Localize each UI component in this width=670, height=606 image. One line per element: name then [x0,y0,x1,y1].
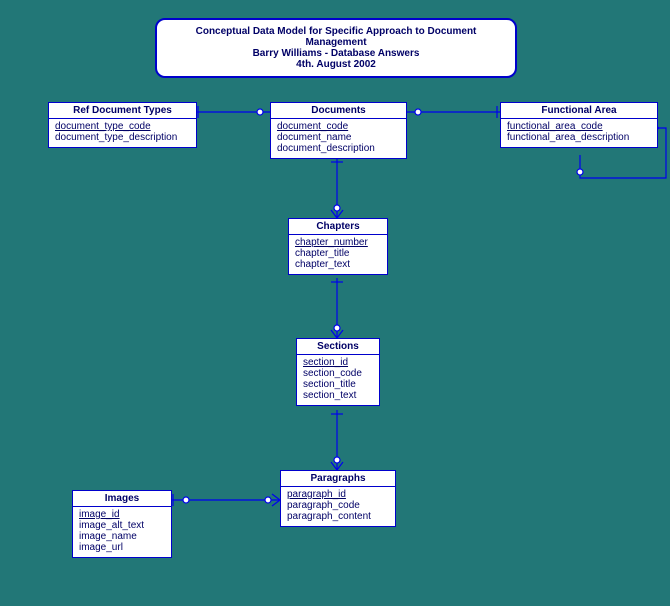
entity-body: document_code document_name document_des… [271,119,406,158]
pk-field: paragraph_id [287,489,389,500]
diagram-title-box: Conceptual Data Model for Specific Appro… [155,18,517,78]
attr-field: image_url [79,542,165,553]
title-line1: Conceptual Data Model for Specific Appro… [171,26,501,48]
attr-field: section_title [303,379,373,390]
pk-field: image_id [79,509,165,520]
entity-body: paragraph_id paragraph_code paragraph_co… [281,487,395,526]
pk-field: section_id [303,357,373,368]
attr-field: section_text [303,390,373,401]
pk-field: document_code [277,121,400,132]
pk-field: chapter_number [295,237,381,248]
attr-field: document_name [277,132,400,143]
entity-body: section_id section_code section_title se… [297,355,379,405]
entity-images: Images image_id image_alt_text image_nam… [72,490,172,558]
attr-field: paragraph_code [287,500,389,511]
entity-paragraphs: Paragraphs paragraph_id paragraph_code p… [280,470,396,527]
entity-title: Images [73,491,171,507]
entity-sections: Sections section_id section_code section… [296,338,380,406]
entity-title: Functional Area [501,103,657,119]
title-line3: 4th. August 2002 [171,59,501,70]
attr-field: functional_area_description [507,132,651,143]
attr-field: document_description [277,143,400,154]
entity-body: image_id image_alt_text image_name image… [73,507,171,557]
entity-documents: Documents document_code document_name do… [270,102,407,159]
title-line2: Barry Williams - Database Answers [171,48,501,59]
pk-field: document_type_code [55,121,190,132]
entity-functional-area: Functional Area functional_area_code fun… [500,102,658,148]
attr-field: section_code [303,368,373,379]
entity-body: document_type_code document_type_descrip… [49,119,196,147]
entity-title: Documents [271,103,406,119]
entity-title: Sections [297,339,379,355]
pk-field: functional_area_code [507,121,651,132]
entity-chapters: Chapters chapter_number chapter_title ch… [288,218,388,275]
attr-field: paragraph_content [287,511,389,522]
entity-body: chapter_number chapter_title chapter_tex… [289,235,387,274]
entity-title: Chapters [289,219,387,235]
attr-field: image_alt_text [79,520,165,531]
attr-field: image_name [79,531,165,542]
entity-body: functional_area_code functional_area_des… [501,119,657,147]
entity-title: Ref Document Types [49,103,196,119]
attr-field: document_type_description [55,132,190,143]
attr-field: chapter_text [295,259,381,270]
entity-ref-document-types: Ref Document Types document_type_code do… [48,102,197,148]
entity-title: Paragraphs [281,471,395,487]
attr-field: chapter_title [295,248,381,259]
